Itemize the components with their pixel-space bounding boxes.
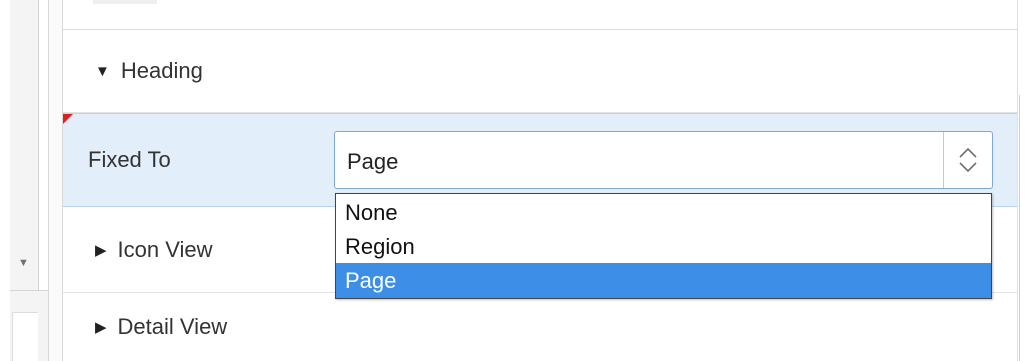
expanded-triangle-icon: ▼ [95,62,110,80]
collapsed-triangle-icon: ▶ [95,319,107,336]
collapsed-triangle-icon: ▶ [95,241,107,259]
select-spinner-button[interactable] [943,132,992,188]
fixed-to-dropdown-list: None Region Page [335,193,992,299]
property-panel: ▼ Heading Fixed To Page ▶ Icon View ▶ De… [63,0,1017,361]
top-tab-stub [93,0,157,4]
chevron-up-down-icon [959,147,977,173]
splitter-gutter[interactable] [49,0,62,361]
scroll-down-arrow-icon[interactable]: ▼ [18,258,29,269]
section-heading[interactable]: ▼ Heading [63,30,1017,113]
left-pane: ▼ [0,0,48,361]
changed-marker-icon [63,114,73,124]
dropdown-option-region[interactable]: Region [336,229,991,264]
left-scrollbar[interactable] [10,0,39,290]
right-scrollbar-thumb[interactable] [1019,95,1025,361]
section-detail-view[interactable]: ▶ Detail View [63,293,1017,361]
fixed-to-select-value: Page [347,149,399,174]
left-input-box[interactable] [12,312,38,361]
top-row [63,0,1017,30]
dropdown-option-page[interactable]: Page [336,263,991,298]
section-detail-view-label: Detail View [117,314,228,339]
fixed-to-select[interactable]: Page [334,131,993,189]
dropdown-option-none[interactable]: None [336,195,991,230]
section-icon-view-label: Icon View [117,236,213,262]
fixed-to-label: Fixed To [88,147,171,172]
section-heading-label: Heading [120,58,203,83]
